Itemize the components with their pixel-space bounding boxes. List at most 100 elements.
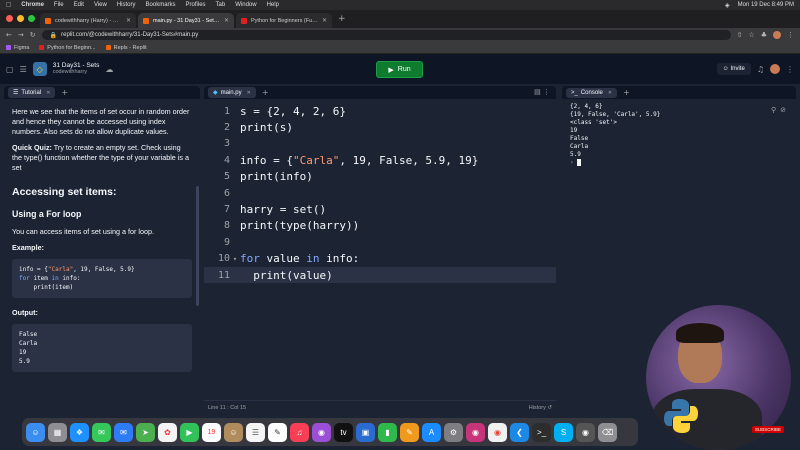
add-tab-icon[interactable]: + xyxy=(61,88,68,97)
calendar-icon[interactable]: 19 xyxy=(202,422,221,442)
more-options-icon[interactable]: ⋮ xyxy=(543,88,550,96)
code-line[interactable]: 5 print(info) xyxy=(204,169,556,185)
tab-main-py[interactable]: ◆ main.py ✕ xyxy=(208,87,256,98)
menu-view[interactable]: View xyxy=(94,2,107,8)
close-icon[interactable]: ✕ xyxy=(46,90,50,96)
photos-icon[interactable]: ✿ xyxy=(158,422,177,442)
messages-icon[interactable]: ✉ xyxy=(92,422,111,442)
menu-tab[interactable]: Tab xyxy=(216,2,226,8)
maps-icon[interactable]: ➤ xyxy=(136,422,155,442)
launchpad-icon[interactable]: ▦ xyxy=(48,422,67,442)
tab-console[interactable]: >_ Console ✕ xyxy=(566,87,618,98)
add-tab-icon[interactable]: + xyxy=(262,88,269,97)
menu-history[interactable]: History xyxy=(117,2,136,8)
freeform-icon[interactable]: ✎ xyxy=(268,422,287,442)
bookmark-figma[interactable]: Figma xyxy=(6,45,29,51)
app-store-icon[interactable]: A xyxy=(422,422,441,442)
sidebar-toggle-icon[interactable]: ▢ xyxy=(6,65,14,74)
tutorial-scrollbar[interactable] xyxy=(196,186,199,306)
console-output[interactable]: {2, 4, 6} {19, False, 'Carla', 5.9} <cla… xyxy=(562,99,796,171)
avatar[interactable] xyxy=(770,64,780,74)
finder-icon[interactable]: ☺ xyxy=(26,422,45,442)
code-line[interactable]: 7 harry = set() xyxy=(204,201,556,217)
vscode-icon[interactable]: ❮ xyxy=(510,422,529,442)
keynote-icon[interactable]: ▣ xyxy=(356,422,375,442)
close-icon[interactable]: ✕ xyxy=(126,17,131,24)
fold-chevron-icon[interactable]: ▾ xyxy=(230,255,240,263)
layout-icon[interactable]: ▤ xyxy=(534,88,541,96)
menu-help[interactable]: Help xyxy=(267,2,279,8)
mail-icon[interactable]: ✉ xyxy=(114,422,133,442)
reminders-icon[interactable]: ☰ xyxy=(246,422,265,442)
wifi-icon[interactable]: ◈ xyxy=(725,2,730,9)
url-field[interactable]: 🔒 replit.com/@codewithharry/31-Day31-Set… xyxy=(41,30,731,40)
clear-console-icon[interactable]: ⊘ xyxy=(780,106,790,114)
bell-icon[interactable]: ♫ xyxy=(757,65,764,74)
cursor-position[interactable]: Line 11 : Col 15 xyxy=(208,405,246,411)
terminal-icon[interactable]: >_ xyxy=(532,422,551,442)
more-menu-icon[interactable]: ⋮ xyxy=(787,31,794,39)
numbers-icon[interactable]: ▮ xyxy=(378,422,397,442)
reload-icon[interactable]: ↻ xyxy=(30,31,36,39)
new-tab-icon[interactable]: + xyxy=(334,14,350,24)
code-line[interactable]: 8 print(type(harry)) xyxy=(204,218,556,234)
code-line[interactable]: 2 print(s) xyxy=(204,119,556,135)
add-tab-icon[interactable]: + xyxy=(623,88,630,97)
browser-tab-main-py[interactable]: main.py - 31 Day31 - Sets - Re... ✕ xyxy=(138,13,234,28)
music-icon[interactable]: ♫ xyxy=(290,422,309,442)
close-icon[interactable]: ✕ xyxy=(322,17,327,24)
invite-button[interactable]: ☺ Invite xyxy=(716,63,751,75)
extensions-icon[interactable]: ♣ xyxy=(761,31,767,39)
menu-window[interactable]: Window xyxy=(235,2,256,8)
apple-icon[interactable]:  xyxy=(6,2,11,9)
code-line[interactable]: 4 info = {"Carla", 19, False, 5.9, 19} xyxy=(204,152,556,168)
subscribe-badge[interactable]: SUBSCRIBE xyxy=(752,426,785,433)
clock[interactable]: Mon 19 Dec 8:49 PM xyxy=(738,2,794,9)
replit-menu-icon[interactable]: ☰ xyxy=(20,65,27,74)
trash-icon[interactable]: ⌫ xyxy=(598,422,617,442)
code-line[interactable]: 9 xyxy=(204,234,556,250)
repl-title-block[interactable]: 31 Day31 - Sets codewithharry xyxy=(53,62,100,76)
code-line[interactable]: 3 xyxy=(204,136,556,152)
chrome-icon[interactable]: ◉ xyxy=(488,422,507,442)
browser-tab-youtube[interactable]: Python for Beginners (Full Co... ✕ xyxy=(236,13,332,28)
tv-icon[interactable]: tv xyxy=(334,422,353,442)
search-icon[interactable]: ⚲ xyxy=(771,106,780,114)
close-icon[interactable]: ✕ xyxy=(247,90,251,96)
back-icon[interactable]: ← xyxy=(6,31,12,39)
minimize-window-icon[interactable] xyxy=(17,15,24,22)
bookmark-python[interactable]: Python for Beginn... xyxy=(39,45,96,51)
menu-app-name[interactable]: Chrome xyxy=(21,2,44,8)
close-icon[interactable]: ✕ xyxy=(608,90,612,96)
code-line[interactable]: 10 ▾ for value in info: xyxy=(204,251,556,267)
menu-edit[interactable]: Edit xyxy=(74,2,84,8)
star-icon[interactable]: ☆ xyxy=(748,31,754,39)
bookmark-repls[interactable]: Repls - Replit xyxy=(105,45,147,51)
code-line[interactable]: 11 print(value) xyxy=(204,266,556,284)
safari-icon[interactable]: ❖ xyxy=(70,422,89,442)
skype-icon[interactable]: S xyxy=(554,422,573,442)
menu-bookmarks[interactable]: Bookmarks xyxy=(146,2,176,8)
maximize-window-icon[interactable] xyxy=(28,15,35,22)
podcasts-icon[interactable]: ◉ xyxy=(312,422,331,442)
system-settings-icon[interactable]: ⚙ xyxy=(444,422,463,442)
share-icon[interactable]: ⇧ xyxy=(737,31,743,39)
profile-avatar[interactable] xyxy=(773,31,781,39)
code-line[interactable]: 1 s = {2, 4, 2, 6} xyxy=(204,103,556,119)
tab-tutorial[interactable]: ☰ Tutorial ✕ xyxy=(8,87,56,98)
code-area[interactable]: 1 s = {2, 4, 2, 6} 2 print(s) 3 4 info = {"Car… xyxy=(204,99,556,284)
menu-profiles[interactable]: Profiles xyxy=(186,2,206,8)
pages-icon[interactable]: ✎ xyxy=(400,422,419,442)
code-line[interactable]: 6 xyxy=(204,185,556,201)
facetime-icon[interactable]: ▶ xyxy=(180,422,199,442)
menu-file[interactable]: File xyxy=(54,2,64,8)
more-options-icon[interactable]: ⋮ xyxy=(786,65,794,74)
forward-icon[interactable]: → xyxy=(18,31,24,39)
history-button[interactable]: History ↺ xyxy=(529,405,552,411)
close-icon[interactable]: ✕ xyxy=(224,17,229,24)
contacts-icon[interactable]: ☺ xyxy=(224,422,243,442)
run-button[interactable]: ▶ Run xyxy=(376,61,423,78)
browser-tab-profile[interactable]: codewithharry (Harry) - Replit ✕ xyxy=(40,13,136,28)
close-window-icon[interactable] xyxy=(6,15,13,22)
screen-recorder-icon[interactable]: ◉ xyxy=(576,422,595,442)
